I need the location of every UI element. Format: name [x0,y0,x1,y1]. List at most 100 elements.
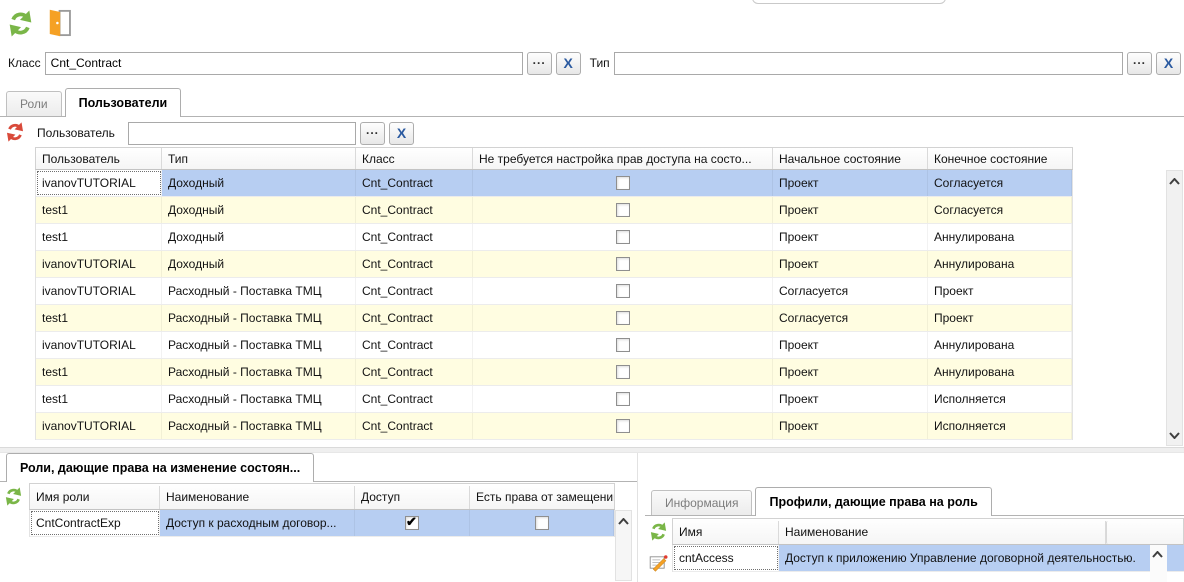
cell-no-setup [473,413,773,439]
cell: test1 [36,197,162,223]
refresh-users-icon[interactable] [5,122,25,142]
refresh-profiles-icon[interactable] [649,522,668,541]
class-input[interactable] [45,52,523,75]
user-filter-label: Пользователь [37,126,124,140]
checkbox[interactable] [616,203,630,217]
checkbox[interactable] [616,392,630,406]
cell-role-name: CntContractExp [30,510,160,536]
cell: Cnt_Contract [356,413,473,439]
column-header[interactable]: Наименование [160,486,355,509]
column-header[interactable]: Класс [356,148,473,169]
cell-caption: Доступ к приложению Управление договорно… [779,545,1151,571]
table-row[interactable]: ivanovTUTORIALРасходный - Поставка ТМЦCn… [36,278,1072,305]
tab-information[interactable]: Информация [651,490,752,515]
cell: Cnt_Contract [356,251,473,277]
roles-tabstrip: Роли, дающие права на изменение состоян.… [0,453,637,482]
bottom-panel-divider [637,453,638,582]
table-row[interactable]: ivanovTUTORIALРасходный - Поставка ТМЦCn… [36,413,1072,440]
refresh-roles-icon[interactable] [4,487,23,506]
scroll-down-icon[interactable] [1167,427,1182,443]
table-row[interactable]: ivanovTUTORIALДоходныйCnt_ContractПроект… [36,170,1072,197]
column-header[interactable]: Доступ [355,486,470,509]
table-row[interactable]: CntContractExpДоступ к расходным договор… [30,510,614,537]
checkbox[interactable] [616,176,630,190]
cell: ivanovTUTORIAL [36,413,162,439]
cell: Cnt_Contract [356,359,473,385]
cell: ivanovTUTORIAL [36,278,162,304]
edit-profile-icon[interactable] [648,552,669,573]
scroll-up-icon[interactable] [1150,546,1165,562]
cell: Расходный - Поставка ТМЦ [162,332,356,358]
table-row[interactable]: cntAccessДоступ к приложению Управление … [673,545,1184,572]
cell: test1 [36,386,162,412]
scroll-up-icon[interactable] [1167,173,1182,189]
table-row[interactable]: test1ДоходныйCnt_ContractПроектАннулиров… [36,224,1072,251]
checkbox[interactable] [616,419,630,433]
cell-substitution [470,510,614,536]
tab-users[interactable]: Пользователи [65,88,182,117]
checkbox[interactable] [616,338,630,352]
cell: Расходный - Поставка ТМЦ [162,278,356,304]
column-header[interactable]: Начальное состояние [773,148,928,169]
user-browse-button[interactable]: ... [360,122,385,145]
table-row[interactable]: test1Расходный - Поставка ТМЦCnt_Contrac… [36,305,1072,332]
table-row[interactable]: test1ДоходныйCnt_ContractПроектСогласует… [36,197,1072,224]
table-row[interactable]: test1Расходный - Поставка ТМЦCnt_Contrac… [36,386,1072,413]
column-header[interactable]: Тип [162,148,356,169]
main-tabstrip: Роли Пользователи [0,88,1184,117]
type-browse-button[interactable]: ... [1127,52,1152,75]
class-browse-button[interactable]: ... [527,52,552,75]
profiles-scrollbar[interactable] [1150,545,1167,582]
cell: Cnt_Contract [356,386,473,412]
column-header[interactable]: Имя роли [30,486,160,509]
refresh-icon[interactable] [7,10,34,37]
column-header[interactable]: Пользователь [36,148,162,169]
cell: test1 [36,224,162,250]
class-clear-button[interactable]: X [556,52,581,75]
checkbox[interactable] [616,365,630,379]
user-clear-button[interactable]: X [389,122,414,145]
users-scrollbar[interactable] [1166,170,1183,446]
checkbox[interactable] [616,311,630,325]
cell-no-setup [473,170,773,196]
column-header[interactable]: Не требуется настройка прав доступа на с… [473,148,773,169]
profiles-table-body: cntAccessДоступ к приложению Управление … [672,545,1184,572]
cell: test1 [36,305,162,331]
tab-roles-granting-rights[interactable]: Роли, дающие права на изменение состоян.… [6,453,314,482]
cell-caption: Доступ к расходным договор... [160,510,355,536]
scroll-up-icon[interactable] [616,513,631,529]
tab-profiles-granting-role[interactable]: Профили, дающие права на роль [755,487,991,516]
exit-door-icon[interactable] [45,8,73,38]
table-row[interactable]: ivanovTUTORIALДоходныйCnt_ContractПроект… [36,251,1072,278]
checkbox[interactable] [405,516,419,530]
cell: Проект [773,197,928,223]
roles-scrollbar[interactable] [615,510,632,581]
cell-profile-name: cntAccess [673,545,779,571]
cell: Аннулирована [928,359,1072,385]
type-clear-button[interactable]: X [1156,52,1181,75]
cell: Доходный [162,170,356,196]
column-header[interactable]: Конечное состояние [928,148,1072,169]
checkbox[interactable] [616,230,630,244]
column-header[interactable]: Наименование [779,521,1106,544]
class-type-filter-row: Класс ... X Тип ... X [8,51,1181,75]
cropped-popup-edge [752,0,946,4]
cell: Согласуется [773,305,928,331]
table-row[interactable]: ivanovTUTORIALРасходный - Поставка ТМЦCn… [36,332,1072,359]
table-row[interactable]: test1Расходный - Поставка ТМЦCnt_Contrac… [36,359,1072,386]
checkbox[interactable] [535,516,549,530]
checkbox[interactable] [616,284,630,298]
column-header[interactable]: Имя [673,521,779,544]
type-input[interactable] [614,52,1123,75]
roles-table-body: CntContractExpДоступ к расходным договор… [29,510,615,537]
cell: Аннулирована [928,332,1072,358]
user-filter-input[interactable] [128,122,356,145]
cell: Проект [773,251,928,277]
cell: Проект [773,170,928,196]
column-header[interactable]: Есть права от замещений [470,486,614,509]
tab-roles[interactable]: Роли [6,91,62,116]
cell: Расходный - Поставка ТМЦ [162,305,356,331]
cell: Проект [773,332,928,358]
checkbox[interactable] [616,257,630,271]
cell: Cnt_Contract [356,224,473,250]
